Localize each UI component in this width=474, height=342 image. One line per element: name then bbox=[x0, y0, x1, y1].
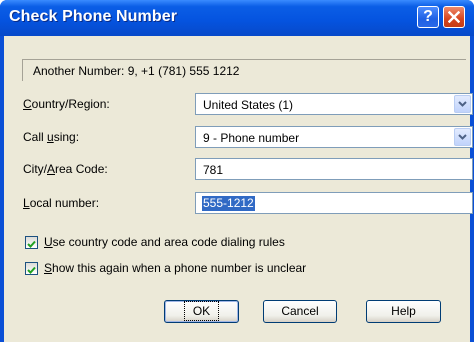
check-icon bbox=[27, 266, 36, 274]
dialing-rules-checkbox[interactable] bbox=[25, 236, 38, 249]
window-title: Check Phone Number bbox=[9, 8, 178, 25]
check-icon bbox=[27, 240, 36, 248]
chevron-down-icon[interactable] bbox=[454, 95, 471, 113]
question-icon: ? bbox=[423, 8, 433, 25]
local-number-value: 555-1212 bbox=[202, 196, 255, 211]
country-label: Country/Region: bbox=[23, 97, 110, 111]
area-code-field[interactable]: 781 bbox=[195, 158, 473, 180]
call-using-label: Call using: bbox=[23, 130, 80, 144]
title-help-button[interactable]: ? bbox=[417, 6, 439, 28]
dialing-rules-label[interactable]: Use country code and area code dialing r… bbox=[44, 235, 285, 249]
ok-button[interactable]: OK bbox=[164, 300, 239, 323]
number-header-box: Another Number: 9, +1 (781) 555 1212 bbox=[22, 59, 466, 81]
help-button[interactable]: Help bbox=[366, 300, 441, 323]
number-header-text: Another Number: 9, +1 (781) 555 1212 bbox=[33, 64, 240, 78]
call-using-select-value: 9 - Phone number bbox=[203, 131, 300, 145]
dialog-body: Another Number: 9, +1 (781) 555 1212 Cou… bbox=[4, 36, 473, 342]
country-select[interactable]: United States (1) bbox=[195, 93, 473, 115]
local-number-field[interactable]: 555-1212 bbox=[195, 192, 473, 214]
dialog-window: Check Phone Number ? Another Number: 9, … bbox=[0, 0, 474, 342]
show-again-checkbox[interactable] bbox=[25, 262, 38, 275]
close-icon bbox=[447, 10, 461, 24]
chevron-down-icon[interactable] bbox=[454, 128, 471, 146]
local-number-label: Local number: bbox=[23, 196, 100, 210]
country-select-value: United States (1) bbox=[203, 98, 294, 112]
area-code-value: 781 bbox=[203, 163, 224, 177]
title-close-button[interactable] bbox=[443, 6, 465, 28]
show-again-label[interactable]: Show this again when a phone number is u… bbox=[44, 261, 306, 275]
title-bar[interactable]: Check Phone Number ? bbox=[0, 0, 474, 36]
area-code-label: City/Area Code: bbox=[23, 162, 108, 176]
call-using-select[interactable]: 9 - Phone number bbox=[195, 126, 473, 148]
cancel-button[interactable]: Cancel bbox=[263, 300, 337, 323]
